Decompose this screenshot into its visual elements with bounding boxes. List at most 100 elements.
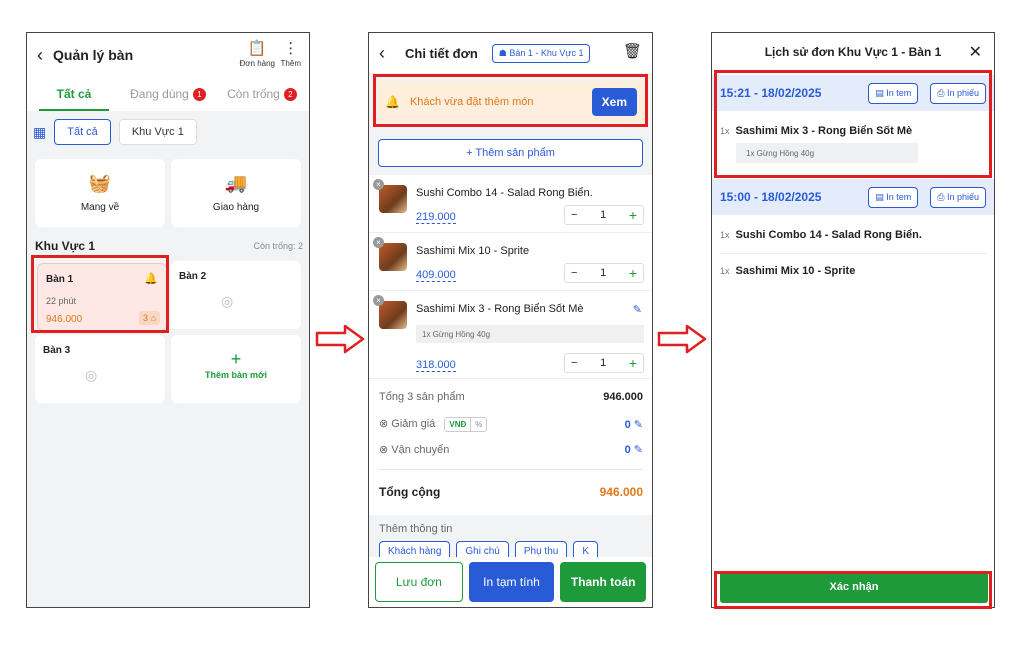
- confirm-button[interactable]: Xác nhận: [720, 571, 988, 603]
- item-price[interactable]: 409.000: [416, 269, 456, 282]
- table-card-2[interactable]: Bàn 2 ◎: [171, 261, 301, 329]
- more-button[interactable]: ⋮ Thêm: [281, 39, 301, 68]
- table-icon: ◎: [221, 293, 234, 309]
- tab-all[interactable]: Tất cả: [27, 77, 121, 111]
- remove-icon[interactable]: ×: [373, 179, 384, 190]
- quantity-stepper: − 1 +: [564, 353, 644, 373]
- area-filters: ▦ Tất cả Khu Vực 1: [33, 119, 197, 145]
- table-name: Bàn 3: [43, 345, 71, 356]
- table-name: Bàn 2: [179, 271, 207, 282]
- filter-area-1[interactable]: Khu Vực 1: [118, 119, 197, 145]
- notice-text: Khách vừa đặt thêm món: [409, 96, 534, 108]
- discount-row: ⊗ Giảm giá VNĐ% 0 ✎: [379, 417, 643, 432]
- divider: [379, 469, 643, 470]
- item-topping: 1x Gừng Hồng 40g: [416, 325, 644, 343]
- print-label-button[interactable]: ▤ In tem: [868, 82, 919, 104]
- orders-button[interactable]: 📋 Đơn hàng: [240, 39, 276, 68]
- area-free-count: Còn trống: 2: [253, 241, 303, 251]
- back-arrow-icon[interactable]: ‹: [37, 45, 43, 66]
- back-arrow-icon[interactable]: ‹: [379, 43, 385, 64]
- page-title: Lịch sử đơn Khu Vực 1 - Bàn 1: [764, 45, 942, 59]
- item-name: Sashimi Mix 3 - Rong Biển Sốt Mè: [416, 303, 584, 315]
- product-image: [379, 185, 407, 213]
- list-item: 1x Sashimi Mix 3 - Rong Biển Sốt Mè: [720, 125, 913, 137]
- app-header: ‹ Quản lý bàn 📋 Đơn hàng ⋮ Thêm: [27, 33, 309, 77]
- quantity-stepper: − 1 +: [564, 263, 644, 283]
- close-icon[interactable]: ✕: [969, 42, 982, 62]
- clipboard-icon: 📋: [247, 40, 267, 57]
- order-item-list: × Sushi Combo 14 - Salad Rong Biển. 219.…: [369, 175, 652, 379]
- next-step-arrow-icon: [315, 324, 365, 354]
- order-detail-screen: ‹ Chi tiết đơn ☗ Bàn 1 - Khu Vực 1 🗑 🔔 K…: [368, 32, 653, 608]
- table-icon: ☗: [498, 47, 507, 58]
- tab-available[interactable]: Còn trống 2: [215, 77, 309, 111]
- table-selector[interactable]: ☗ Bàn 1 - Khu Vực 1: [491, 43, 591, 63]
- pencil-icon[interactable]: ✎: [634, 444, 643, 456]
- minus-icon[interactable]: −: [571, 267, 577, 279]
- kebab-menu-icon: ⋮: [283, 40, 299, 57]
- table-name: Bàn 1: [46, 274, 74, 285]
- view-button[interactable]: Xem: [591, 88, 637, 116]
- list-item: 1x Sashimi Mix 10 - Sprite: [720, 265, 856, 277]
- area-name: Khu Vực 1: [35, 239, 96, 253]
- page-title: Quản lý bàn: [53, 47, 134, 63]
- print-receipt-button[interactable]: ⎙ In phiếu: [930, 186, 986, 208]
- tab-in-use[interactable]: Đang dùng 1: [121, 77, 215, 111]
- checkout-button[interactable]: Thanh toán: [560, 562, 647, 602]
- plus-icon[interactable]: +: [629, 207, 637, 223]
- item-price[interactable]: 219.000: [416, 211, 456, 224]
- list-item: 1x Sushi Combo 14 - Salad Rong Biển.: [720, 229, 922, 241]
- table-card-1[interactable]: Bàn 1 🔔 22 phút 946.000 3 ⌂: [37, 263, 167, 331]
- plus-icon[interactable]: +: [629, 355, 637, 371]
- quantity-value: 1: [600, 267, 607, 279]
- filter-all[interactable]: Tất cả: [54, 119, 111, 145]
- page-title: Chi tiết đơn: [405, 45, 478, 61]
- grid-icon[interactable]: ▦: [33, 124, 46, 141]
- count-badge: 2: [283, 87, 297, 101]
- new-order-notice: 🔔 Khách vừa đặt thêm món Xem: [377, 81, 645, 123]
- add-product-button[interactable]: + Thêm sản phẩm: [378, 139, 643, 167]
- next-step-arrow-icon: [657, 324, 707, 354]
- area-header: Khu Vực 1 Còn trống: 2: [35, 239, 303, 253]
- bell-notification-icon: 🔔: [385, 95, 400, 109]
- item-name: Sushi Combo 14 - Salad Rong Biển.: [416, 187, 593, 199]
- table-amount: 946.000: [46, 314, 83, 325]
- order-summary: Tổng 3 sản phẩm 946.000 ⊗ Giảm giá VNĐ% …: [369, 379, 652, 515]
- save-order-button[interactable]: Lưu đơn: [375, 562, 463, 602]
- list-item: × Sushi Combo 14 - Salad Rong Biển. 219.…: [369, 175, 652, 233]
- table-icon: ◎: [85, 367, 98, 383]
- item-price[interactable]: 318.000: [416, 359, 456, 372]
- delivery-card[interactable]: 🚚 Giao hàng: [171, 159, 301, 227]
- discount-unit-toggle[interactable]: VNĐ%: [444, 417, 488, 432]
- trash-icon[interactable]: 🗑: [623, 42, 642, 60]
- product-image: [379, 243, 407, 271]
- add-table-button[interactable]: + Thêm bàn mới: [171, 335, 301, 403]
- takeaway-card[interactable]: 🧺 Mang về: [35, 159, 165, 227]
- list-item: × Sashimi Mix 3 - Rong Biển Sốt Mè ✎ 1x …: [369, 291, 652, 379]
- circle-x-icon: ⊗: [379, 418, 389, 430]
- remove-icon[interactable]: ×: [373, 295, 384, 306]
- label-icon: ▤: [875, 191, 884, 202]
- edit-note-icon[interactable]: ✎: [633, 303, 642, 316]
- action-bar: Lưu đơn In tạm tính Thanh toán: [369, 557, 652, 607]
- order-group-header: 15:21 - 18/02/2025 ▤ In tem ⎙ In phiếu: [712, 75, 994, 111]
- minus-icon[interactable]: −: [571, 209, 577, 221]
- printer-icon: ⎙: [937, 87, 945, 98]
- table-card-3[interactable]: Bàn 3 ◎: [35, 335, 165, 403]
- sheet-header: Lịch sử đơn Khu Vực 1 - Bàn 1 ✕: [712, 33, 994, 71]
- table-management-screen: ‹ Quản lý bàn 📋 Đơn hàng ⋮ Thêm Tất cả Đ…: [26, 32, 310, 608]
- pencil-icon[interactable]: ✎: [634, 419, 643, 431]
- remove-icon[interactable]: ×: [373, 237, 384, 248]
- count-badge: 1: [192, 87, 206, 101]
- order-group-header: 15:00 - 18/02/2025 ▤ In tem ⎙ In phiếu: [712, 179, 994, 215]
- minus-icon[interactable]: −: [571, 357, 577, 369]
- shipping-row: ⊗ Vận chuyển 0 ✎: [379, 444, 643, 456]
- print-receipt-button[interactable]: ⎙ In phiếu: [930, 82, 986, 104]
- order-datetime: 15:21 - 18/02/2025: [720, 86, 822, 100]
- guest-count: 3 ⌂: [139, 311, 160, 325]
- total-row: Tổng cộng 946.000: [379, 485, 643, 499]
- plus-icon[interactable]: +: [629, 265, 637, 281]
- print-bill-button[interactable]: In tạm tính: [468, 562, 555, 602]
- print-label-button[interactable]: ▤ In tem: [868, 186, 919, 208]
- label-icon: ▤: [875, 87, 884, 98]
